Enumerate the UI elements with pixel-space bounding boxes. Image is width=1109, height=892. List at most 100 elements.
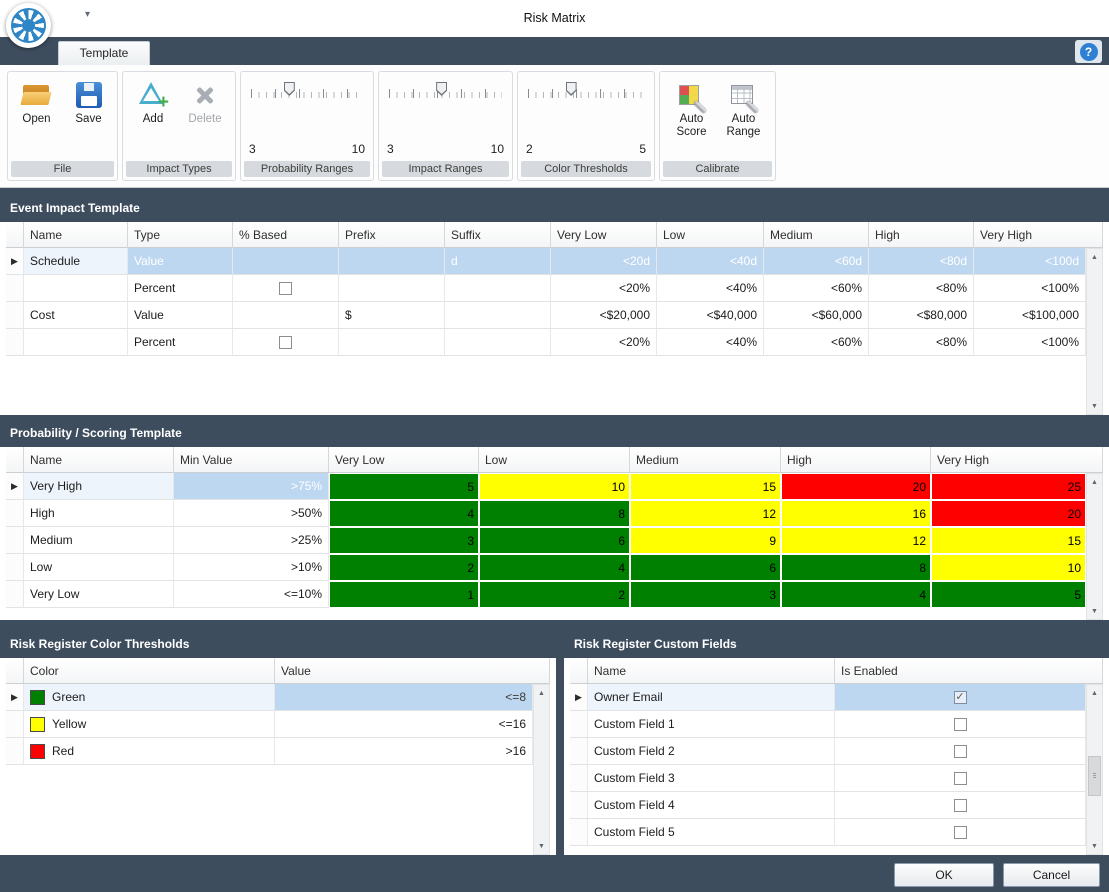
cell-suffix[interactable]: [445, 329, 551, 356]
table-row[interactable]: Cost Value $ <$20,000 <$40,000 <$60,000 …: [6, 302, 1086, 329]
delete-impact-type-button[interactable]: Delete: [181, 77, 229, 126]
cell-prefix[interactable]: [339, 248, 445, 275]
is-enabled-checkbox[interactable]: [954, 718, 967, 731]
cell-very-low[interactable]: <20%: [551, 275, 657, 302]
cancel-button[interactable]: Cancel: [1003, 863, 1100, 887]
table-row[interactable]: Custom Field 4: [570, 792, 1086, 819]
score-cell[interactable]: 20: [931, 500, 1086, 527]
cell-min-value[interactable]: >50%: [174, 500, 329, 527]
cell-is-enabled[interactable]: [835, 711, 1086, 738]
cell-is-enabled[interactable]: [835, 765, 1086, 792]
col-header-name[interactable]: Name: [588, 658, 835, 684]
scroll-up-button[interactable]: ▲: [1087, 474, 1102, 490]
col-header-high[interactable]: High: [781, 447, 931, 473]
score-cell[interactable]: 1: [329, 581, 479, 608]
auto-range-button[interactable]: Auto Range: [720, 77, 768, 139]
col-header-is-enabled[interactable]: Is Enabled: [835, 658, 1103, 684]
table-row[interactable]: Custom Field 5: [570, 819, 1086, 846]
cell-high[interactable]: <80%: [869, 329, 974, 356]
score-cell[interactable]: 2: [479, 581, 630, 608]
cell-name[interactable]: Low: [24, 554, 174, 581]
cell-color[interactable]: Red: [24, 738, 275, 765]
score-cell[interactable]: 12: [630, 500, 781, 527]
cell-high[interactable]: <$80,000: [869, 302, 974, 329]
cell-name[interactable]: Very High: [24, 473, 174, 500]
table-row[interactable]: High >50% 4 8 12 16 20: [6, 500, 1086, 527]
cell-name[interactable]: [24, 275, 128, 302]
cell-name[interactable]: Custom Field 4: [588, 792, 835, 819]
cell-prefix[interactable]: [339, 275, 445, 302]
score-cell[interactable]: 8: [781, 554, 931, 581]
col-header-very-low[interactable]: Very Low: [329, 447, 479, 473]
impact-ranges-slider[interactable]: [387, 82, 504, 106]
cell-name[interactable]: Custom Field 5: [588, 819, 835, 846]
cell-low[interactable]: <40%: [657, 329, 764, 356]
col-header-medium[interactable]: Medium: [764, 222, 869, 248]
score-cell[interactable]: 10: [479, 473, 630, 500]
col-header-min-value[interactable]: Min Value: [174, 447, 329, 473]
table-row[interactable]: Medium >25% 3 6 9 12 15: [6, 527, 1086, 554]
cell-low[interactable]: <$40,000: [657, 302, 764, 329]
cell-is-enabled[interactable]: ✓: [835, 684, 1086, 711]
table-row[interactable]: ▶ Owner Email ✓: [570, 684, 1086, 711]
color-thresholds-slider[interactable]: [526, 82, 646, 106]
cell-low[interactable]: <40%: [657, 275, 764, 302]
score-cell[interactable]: 12: [781, 527, 931, 554]
cell-suffix[interactable]: [445, 302, 551, 329]
cell-min-value[interactable]: <=10%: [174, 581, 329, 608]
score-cell[interactable]: 10: [931, 554, 1086, 581]
table-row[interactable]: ▶ Green <=8: [6, 684, 533, 711]
score-cell[interactable]: 6: [479, 527, 630, 554]
scroll-down-button[interactable]: ▼: [534, 838, 549, 854]
pct-based-checkbox[interactable]: [279, 336, 292, 349]
cell-very-high[interactable]: <100%: [974, 329, 1086, 356]
is-enabled-checkbox[interactable]: [954, 799, 967, 812]
cell-name[interactable]: Schedule: [24, 248, 128, 275]
col-header-high[interactable]: High: [869, 222, 974, 248]
cell-high[interactable]: <80%: [869, 275, 974, 302]
table-row[interactable]: ▶ Schedule Value d <20d <40d <60d <80d <…: [6, 248, 1086, 275]
cell-prefix[interactable]: [339, 329, 445, 356]
open-button[interactable]: Open: [13, 77, 61, 126]
score-cell[interactable]: 4: [479, 554, 630, 581]
table-row[interactable]: Yellow <=16: [6, 711, 533, 738]
col-header-suffix[interactable]: Suffix: [445, 222, 551, 248]
score-cell[interactable]: 16: [781, 500, 931, 527]
scroll-up-button[interactable]: ▲: [534, 685, 549, 701]
cell-name[interactable]: [24, 329, 128, 356]
scroll-down-button[interactable]: ▼: [1087, 603, 1102, 619]
table-row[interactable]: Red >16: [6, 738, 533, 765]
score-cell[interactable]: 6: [630, 554, 781, 581]
cell-value[interactable]: <=16: [275, 711, 533, 738]
cell-low[interactable]: <40d: [657, 248, 764, 275]
table-row[interactable]: Custom Field 1: [570, 711, 1086, 738]
score-cell[interactable]: 9: [630, 527, 781, 554]
cell-medium[interactable]: <60%: [764, 329, 869, 356]
cell-prefix[interactable]: $: [339, 302, 445, 329]
score-cell[interactable]: 15: [630, 473, 781, 500]
table-row[interactable]: Percent <20% <40% <60% <80% <100%: [6, 275, 1086, 302]
vertical-scrollbar[interactable]: ▲ ▼: [1086, 684, 1103, 855]
cell-suffix[interactable]: [445, 275, 551, 302]
col-header-pct-based[interactable]: % Based: [233, 222, 339, 248]
table-row[interactable]: ▶ Very High >75% 5 10 15 20 25: [6, 473, 1086, 500]
cell-pct-based[interactable]: [233, 248, 339, 275]
score-cell[interactable]: 2: [329, 554, 479, 581]
cell-value[interactable]: >16: [275, 738, 533, 765]
cell-min-value[interactable]: >25%: [174, 527, 329, 554]
col-header-name[interactable]: Name: [24, 447, 174, 473]
auto-score-button[interactable]: Auto Score: [668, 77, 716, 139]
cell-pct-based[interactable]: [233, 329, 339, 356]
cell-pct-based[interactable]: [233, 275, 339, 302]
probability-ranges-slider[interactable]: [249, 82, 365, 106]
cell-is-enabled[interactable]: [835, 738, 1086, 765]
score-cell[interactable]: 3: [630, 581, 781, 608]
vertical-scrollbar[interactable]: ▲ ▼: [533, 684, 550, 855]
score-cell[interactable]: 5: [931, 581, 1086, 608]
cell-name[interactable]: Custom Field 3: [588, 765, 835, 792]
cell-name[interactable]: High: [24, 500, 174, 527]
table-row[interactable]: Custom Field 3: [570, 765, 1086, 792]
add-impact-type-button[interactable]: + Add: [129, 77, 177, 126]
scroll-down-button[interactable]: ▼: [1087, 398, 1102, 414]
score-cell[interactable]: 4: [781, 581, 931, 608]
